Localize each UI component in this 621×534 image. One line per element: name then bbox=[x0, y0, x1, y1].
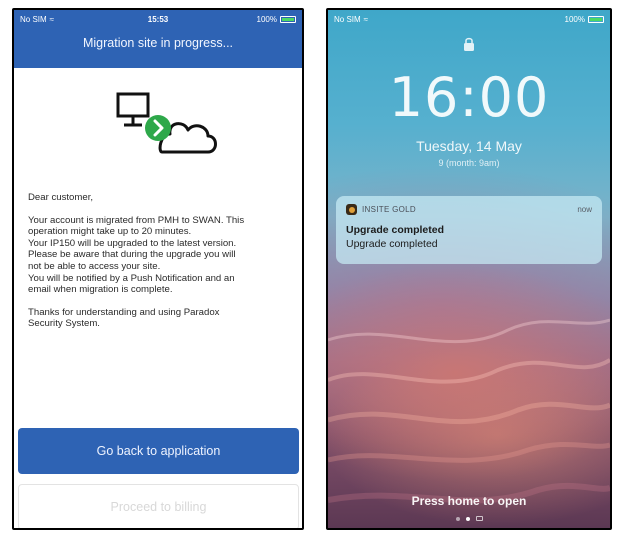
message-line: not be able to access your site. bbox=[28, 260, 161, 272]
lock-screen: No SIM ≈ 100% 16:00 Tuesday, 14 May 9 (m… bbox=[328, 10, 610, 528]
battery-icon bbox=[280, 15, 296, 23]
app-header: No SIM ≈ 15:53 100% Migration site in pr… bbox=[14, 10, 302, 68]
battery-label: 100% bbox=[564, 14, 585, 24]
status-bar: No SIM ≈ 15:53 100% bbox=[14, 10, 302, 28]
wifi-icon: ≈ bbox=[363, 14, 369, 24]
thanks-paragraph: Thanks for understanding and using Parad… bbox=[28, 307, 290, 330]
notification-text: Upgrade completed bbox=[346, 238, 438, 250]
camera-icon bbox=[475, 516, 483, 521]
migration-screen: No SIM ≈ 15:53 100% Migration site in pr… bbox=[14, 10, 302, 528]
carrier-label: No SIM bbox=[334, 14, 361, 24]
status-bar: No SIM ≈ 100% bbox=[328, 10, 610, 28]
proceed-to-billing-button[interactable]: Proceed to billing bbox=[18, 484, 299, 528]
carrier-label: No SIM bbox=[20, 14, 47, 24]
battery-icon bbox=[588, 15, 604, 23]
message-line: email when migration is complete. bbox=[28, 284, 173, 296]
migration-illustration bbox=[116, 92, 217, 154]
left-phone: No SIM ≈ 15:53 100% Migration site in pr… bbox=[12, 8, 304, 530]
notification-header: INSITE GOLD now bbox=[346, 204, 592, 215]
notification-time: now bbox=[577, 205, 592, 214]
greeting-text: Dear customer, bbox=[28, 192, 94, 203]
page-dot-active bbox=[465, 516, 470, 521]
page-dot bbox=[455, 516, 460, 521]
thanks-line: Thanks for understanding and using Parad… bbox=[28, 306, 220, 318]
message-line: Your IP150 will be upgraded to the lates… bbox=[28, 237, 237, 249]
message-paragraph: Your account is migrated from PMH to SWA… bbox=[28, 215, 290, 296]
right-phone: No SIM ≈ 100% 16:00 Tuesday, 14 May 9 (m… bbox=[326, 8, 612, 530]
lock-subdate: 9 (month: 9am) bbox=[438, 158, 500, 168]
page-title: Migration site in progress... bbox=[82, 36, 234, 50]
message-line: operation might take up to 20 minutes. bbox=[28, 226, 192, 238]
migration-message: Dear customer, Your account is migrated … bbox=[28, 192, 290, 341]
thanks-line: Security System. bbox=[28, 318, 100, 330]
wifi-icon: ≈ bbox=[49, 14, 55, 24]
notification-title: Upgrade completed bbox=[346, 224, 445, 236]
lock-icon bbox=[464, 37, 474, 51]
notification-app-name: INSITE GOLD bbox=[362, 205, 416, 214]
battery-label: 100% bbox=[256, 14, 277, 24]
arrow-right-icon bbox=[145, 115, 171, 141]
lock-time: 16:00 bbox=[388, 66, 550, 129]
insite-gold-app-icon bbox=[346, 204, 357, 215]
unlock-hint: Press home to open bbox=[411, 494, 527, 508]
push-notification[interactable]: INSITE GOLD now Upgrade completed Upgrad… bbox=[336, 196, 602, 264]
lock-date: Tuesday, 14 May bbox=[416, 138, 522, 154]
go-back-button[interactable]: Go back to application bbox=[18, 428, 299, 474]
computer-icon bbox=[116, 92, 150, 127]
message-line: Please be aware that during the upgrade … bbox=[28, 249, 236, 261]
message-line: You will be notified by a Push Notificat… bbox=[28, 272, 235, 284]
message-line: Your account is migrated from PMH to SWA… bbox=[28, 214, 245, 226]
page-indicator bbox=[328, 516, 610, 521]
